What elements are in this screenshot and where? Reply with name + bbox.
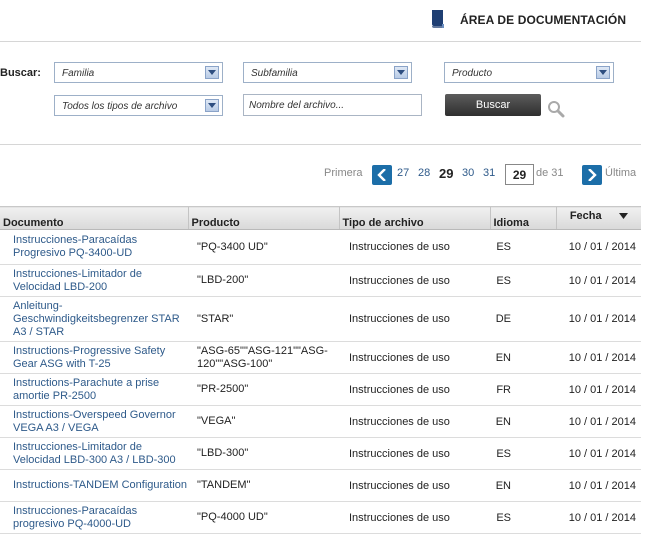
- table-row: Instrucciones-Paracaídas progresivo PQ-4…: [0, 501, 641, 534]
- chevron-down-icon[interactable]: [596, 66, 610, 79]
- divider: [0, 144, 641, 145]
- cell-producto: "LBD-200": [188, 264, 339, 297]
- cell-idioma: EN: [490, 469, 556, 502]
- pager-page-30[interactable]: 30: [462, 167, 474, 179]
- col-header-producto[interactable]: Producto: [187, 206, 339, 230]
- cell-producto: "VEGA": [188, 405, 339, 438]
- cell-producto: "ASG-65""ASG-121""ASG-120""ASG-100": [188, 341, 339, 374]
- table-row: Instructions-TANDEM Configuration "TANDE…: [0, 469, 641, 502]
- document-link[interactable]: Instructions-TANDEM Configuration: [13, 479, 187, 491]
- tipo-archivo-select[interactable]: Todos los tipos de archivo: [54, 95, 223, 116]
- pager-last[interactable]: Última: [605, 167, 636, 179]
- cell-idioma: ES: [490, 501, 556, 534]
- cell-tipo: Instrucciones de uso: [339, 229, 490, 265]
- pager-first[interactable]: Primera: [324, 167, 363, 179]
- pager-total: de 31: [536, 167, 564, 179]
- nombre-archivo-input[interactable]: [243, 94, 422, 116]
- chevron-down-icon[interactable]: [394, 66, 408, 79]
- cell-idioma: DE: [490, 296, 556, 342]
- col-header-fecha-label: Fecha: [569, 210, 602, 222]
- table-row: Instructions-Parachute a prise amortie P…: [0, 373, 641, 406]
- documents-table: Documento Producto Tipo de archivo Idiom…: [0, 206, 641, 534]
- cell-fecha: 10 / 01 / 2014: [556, 264, 641, 297]
- cell-idioma: EN: [490, 341, 556, 374]
- table-row: Instrucciones-Limitador de Velocidad LBD…: [0, 264, 641, 297]
- book-icon: [431, 9, 445, 29]
- document-link[interactable]: Instructions-Parachute a prise amortie P…: [13, 377, 159, 402]
- familia-select[interactable]: Familia: [54, 62, 223, 83]
- table-row: Instructions-Progressive Safety Gear ASG…: [0, 341, 641, 374]
- cell-fecha: 10 / 01 / 2014: [556, 405, 641, 438]
- cell-tipo: Instrucciones de uso: [339, 341, 490, 374]
- cell-fecha: 10 / 01 / 2014: [556, 469, 641, 502]
- col-header-idioma[interactable]: Idioma: [489, 206, 556, 230]
- familia-select-value: Familia: [62, 68, 95, 79]
- document-link[interactable]: Instrucciones-Paracaídas Progresivo PQ-3…: [13, 234, 137, 259]
- cell-fecha: 10 / 01 / 2014: [556, 373, 641, 406]
- cell-tipo: Instrucciones de uso: [339, 469, 490, 502]
- cell-producto: "PR-2500": [188, 373, 339, 406]
- chevron-down-icon[interactable]: [205, 99, 219, 112]
- document-link[interactable]: Instructions-Overspeed Governor VEGA A3 …: [13, 409, 176, 434]
- producto-select[interactable]: Producto: [444, 62, 614, 83]
- pager-page-31[interactable]: 31: [483, 167, 495, 179]
- cell-fecha: 10 / 01 / 2014: [556, 501, 641, 534]
- tipo-archivo-select-value: Todos los tipos de archivo: [62, 101, 178, 112]
- pager-page-27[interactable]: 27: [397, 167, 409, 179]
- cell-idioma: EN: [490, 405, 556, 438]
- cell-producto: "STAR": [188, 296, 339, 342]
- cell-idioma: ES: [490, 437, 556, 470]
- document-link[interactable]: Instrucciones-Limitador de Velocidad LBD…: [13, 441, 176, 466]
- cell-fecha: 10 / 01 / 2014: [556, 437, 641, 470]
- cell-idioma: FR: [490, 373, 556, 406]
- cell-producto: "PQ-4000 UD": [188, 501, 339, 534]
- next-page-button[interactable]: [582, 165, 602, 185]
- producto-select-value: Producto: [452, 68, 493, 79]
- cell-tipo: Instrucciones de uso: [339, 405, 490, 438]
- cell-idioma: ES: [490, 229, 556, 265]
- search-icon[interactable]: [547, 100, 565, 123]
- cell-fecha: 10 / 01 / 2014: [556, 229, 641, 265]
- table-row: Anleitung-Geschwindigkeitsbegrenzer STAR…: [0, 296, 641, 342]
- table-header-row: Documento Producto Tipo de archivo Idiom…: [0, 206, 641, 230]
- table-row: Instructions-Overspeed Governor VEGA A3 …: [0, 405, 641, 438]
- cell-tipo: Instrucciones de uso: [339, 264, 490, 297]
- col-header-tipo[interactable]: Tipo de archivo: [338, 206, 490, 230]
- document-link[interactable]: Instrucciones-Paracaídas progresivo PQ-4…: [13, 505, 137, 530]
- subfamilia-select[interactable]: Subfamilia: [243, 62, 412, 83]
- cell-producto: "TANDEM": [188, 469, 339, 502]
- cell-producto: "LBD-300": [188, 437, 339, 470]
- prev-page-button[interactable]: [372, 165, 392, 185]
- buscar-button[interactable]: Buscar: [445, 94, 541, 116]
- divider: [0, 41, 641, 42]
- cell-idioma: ES: [490, 264, 556, 297]
- cell-tipo: Instrucciones de uso: [339, 296, 490, 342]
- subfamilia-select-value: Subfamilia: [251, 68, 298, 79]
- cell-producto: "PQ-3400 UD": [188, 229, 339, 265]
- page-title: ÁREA DE DOCUMENTACIÓN: [460, 13, 627, 27]
- sort-desc-icon: [618, 213, 628, 220]
- document-link[interactable]: Instrucciones-Limitador de Velocidad LBD…: [13, 268, 142, 293]
- document-link[interactable]: Instructions-Progressive Safety Gear ASG…: [13, 345, 165, 370]
- cell-fecha: 10 / 01 / 2014: [556, 341, 641, 374]
- cell-tipo: Instrucciones de uso: [339, 373, 490, 406]
- chevron-down-icon[interactable]: [205, 66, 219, 79]
- document-link[interactable]: Anleitung-Geschwindigkeitsbegrenzer STAR…: [13, 300, 180, 338]
- pager-page-current: 29: [439, 166, 454, 181]
- table-row: Instrucciones-Limitador de Velocidad LBD…: [0, 437, 641, 470]
- search-label: Buscar:: [0, 67, 41, 79]
- cell-tipo: Instrucciones de uso: [339, 437, 490, 470]
- col-header-fecha[interactable]: Fecha: [555, 206, 641, 230]
- cell-fecha: 10 / 01 / 2014: [556, 296, 641, 342]
- cell-tipo: Instrucciones de uso: [339, 501, 490, 534]
- table-row: Instrucciones-Paracaídas Progresivo PQ-3…: [0, 229, 641, 265]
- pager-page-28[interactable]: 28: [418, 167, 430, 179]
- col-header-documento[interactable]: Documento: [0, 206, 188, 230]
- page-number-input[interactable]: [505, 164, 534, 185]
